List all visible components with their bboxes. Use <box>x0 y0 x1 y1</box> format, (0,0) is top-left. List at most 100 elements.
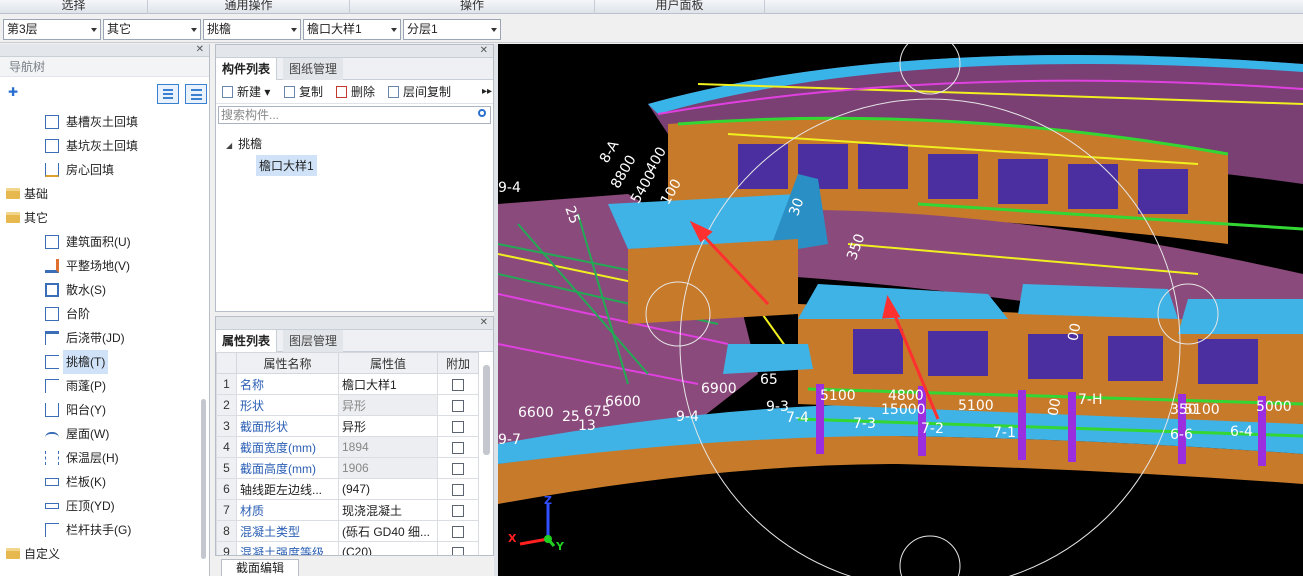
nav-item-pit-backfill[interactable]: 基坑灰土回填 <box>0 134 198 158</box>
property-value[interactable]: 1894 <box>338 436 438 458</box>
ribbon-group-user-panel[interactable]: 用户面板 <box>595 0 765 14</box>
delete-button[interactable]: 删除 <box>336 80 375 104</box>
new-button[interactable]: 新建 ▾ <box>222 80 270 104</box>
extra-checkbox[interactable] <box>452 504 464 517</box>
component-search-input[interactable] <box>219 107 490 123</box>
3d-viewport[interactable]: 9-4 8-A 8800 400 5400 100 25 30 350 00 6… <box>498 44 1303 576</box>
search-icon[interactable] <box>478 109 486 117</box>
nav-item-parapet-board[interactable]: 栏板(K) <box>0 470 198 494</box>
property-table-header: 属性名称 属性值 附加 <box>216 352 479 374</box>
tab-drawing-management[interactable]: 图纸管理 <box>283 58 344 80</box>
ribbon-group-common[interactable]: 通用操作 <box>148 0 350 14</box>
property-extra <box>437 478 479 500</box>
nav-item-canopy[interactable]: 雨蓬(P) <box>0 374 198 398</box>
nav-item-site-leveling[interactable]: 平整场地(V) <box>0 254 198 278</box>
floor-copy-button[interactable]: 层间复制 <box>388 80 451 104</box>
tab-component-list[interactable]: 构件列表 <box>216 58 278 80</box>
nav-item-post-pour-strip[interactable]: 后浇带(JD) <box>0 326 198 350</box>
nav-folder-other[interactable]: 其它 <box>0 206 198 230</box>
nav-item-steps[interactable]: 台阶 <box>0 302 198 326</box>
property-row[interactable]: 3 截面形状 异形 <box>216 415 479 437</box>
nav-item-roof[interactable]: 屋面(W) <box>0 422 198 446</box>
property-row[interactable]: 1 名称 檐口大样1 <box>216 373 479 395</box>
property-value[interactable]: (C20) <box>338 541 438 555</box>
property-row[interactable]: 4 截面宽度(mm) 1894 <box>216 436 479 458</box>
close-icon[interactable]: ✕ <box>196 44 204 56</box>
property-value[interactable]: 现浇混凝土 <box>338 499 438 521</box>
extra-checkbox[interactable] <box>452 546 464 555</box>
sublayer-select[interactable]: 分层1 <box>403 19 501 40</box>
property-value[interactable]: 异形 <box>338 415 438 437</box>
property-value[interactable]: 异形 <box>338 394 438 416</box>
property-extra <box>437 436 479 458</box>
list-view-button[interactable] <box>157 84 179 104</box>
room-fill-icon <box>45 163 59 177</box>
chevron-down-icon <box>91 28 97 32</box>
component-type-select[interactable]: 挑檐 <box>203 19 301 40</box>
chevron-down-icon <box>291 28 297 32</box>
grid-view-button[interactable] <box>185 84 207 104</box>
component-select[interactable]: 檐口大样1 <box>303 19 401 40</box>
copy-button[interactable]: 复制 <box>284 80 323 104</box>
extra-checkbox[interactable] <box>452 483 464 496</box>
nav-item-label: 阳台(Y) <box>66 403 106 417</box>
extra-checkbox[interactable] <box>452 441 464 454</box>
nav-item-apron[interactable]: 散水(S) <box>0 278 198 302</box>
property-row[interactable]: 2 形状 异形 <box>216 394 479 416</box>
nav-tree-title: 导航树 <box>0 57 209 77</box>
steps-icon <box>45 307 59 321</box>
property-extra <box>437 499 479 521</box>
nav-item-coping[interactable]: 压顶(YD) <box>0 494 198 518</box>
extra-checkbox[interactable] <box>452 462 464 475</box>
close-icon[interactable]: ✕ <box>480 317 488 329</box>
ribbon-group-operation[interactable]: 操作 <box>350 0 595 14</box>
property-value[interactable]: 1906 <box>338 457 438 479</box>
sparkle-icon[interactable]: ✚ <box>8 85 18 99</box>
delete-button-label: 删除 <box>351 85 376 99</box>
chevron-down-icon <box>391 28 397 32</box>
nav-item-building-area[interactable]: 建筑面积(U) <box>0 230 198 254</box>
dimension-label: 5100 <box>1184 402 1220 418</box>
property-row[interactable]: 9 混凝土强度等级 (C20) <box>216 541 479 555</box>
component-group-label: 挑檐 <box>238 137 263 151</box>
nav-item-trench-backfill[interactable]: 基槽灰土回填 <box>0 110 198 134</box>
sublayer-select-value: 分层1 <box>407 22 438 36</box>
extra-checkbox[interactable] <box>452 378 464 391</box>
property-row[interactable]: 8 混凝土类型 (砾石 GD40 细... <box>216 520 479 542</box>
tab-section-edit[interactable]: 截面编辑 <box>221 559 299 576</box>
close-icon[interactable]: ✕ <box>480 45 488 57</box>
property-scrollbar[interactable] <box>483 365 490 455</box>
tab-property-list[interactable]: 属性列表 <box>216 330 278 352</box>
component-search[interactable] <box>218 106 491 124</box>
property-value[interactable]: (砾石 GD40 细... <box>338 520 438 542</box>
nav-folder-foundation[interactable]: 基础 <box>0 182 198 206</box>
property-value[interactable]: 檐口大样1 <box>338 373 438 395</box>
nav-item-room-backfill[interactable]: 房心回填 <box>0 158 198 182</box>
property-value[interactable]: (947) <box>338 478 438 500</box>
nav-item-insulation[interactable]: 保温层(H) <box>0 446 198 470</box>
extra-checkbox[interactable] <box>452 525 464 538</box>
nav-scrollbar[interactable] <box>201 399 206 559</box>
expand-triangle-icon[interactable]: ◢ <box>226 141 232 150</box>
nav-item-balcony[interactable]: 阳台(Y) <box>0 398 198 422</box>
extra-checkbox[interactable] <box>452 399 464 412</box>
extra-checkbox[interactable] <box>452 420 464 433</box>
floor-copy-label: 层间复制 <box>403 85 452 99</box>
component-item-selected[interactable]: 檐口大样1 <box>256 155 317 176</box>
tab-layer-management[interactable]: 图层管理 <box>283 330 344 352</box>
nav-folder-custom[interactable]: 自定义 <box>0 542 198 566</box>
row-number: 7 <box>216 499 237 521</box>
component-panel-header: ✕ <box>216 45 493 58</box>
nav-item-handrail[interactable]: 栏杆扶手(G) <box>0 518 198 542</box>
property-row[interactable]: 6 轴线距左边线... (947) <box>216 478 479 500</box>
row-number: 9 <box>216 541 237 555</box>
floor-select[interactable]: 第3层 <box>3 19 101 40</box>
more-tools-icon[interactable]: ▸▸ <box>482 80 492 104</box>
property-row[interactable]: 5 截面高度(mm) 1906 <box>216 457 479 479</box>
property-row[interactable]: 7 材质 现浇混凝土 <box>216 499 479 521</box>
eave-piece-5 <box>723 344 813 374</box>
category-select[interactable]: 其它 <box>103 19 201 40</box>
nav-item-eave[interactable]: 挑檐(T) <box>0 350 198 374</box>
ribbon-group-select[interactable]: 选择 <box>0 0 148 14</box>
component-group-eave[interactable]: ◢ 挑檐 <box>226 135 262 152</box>
